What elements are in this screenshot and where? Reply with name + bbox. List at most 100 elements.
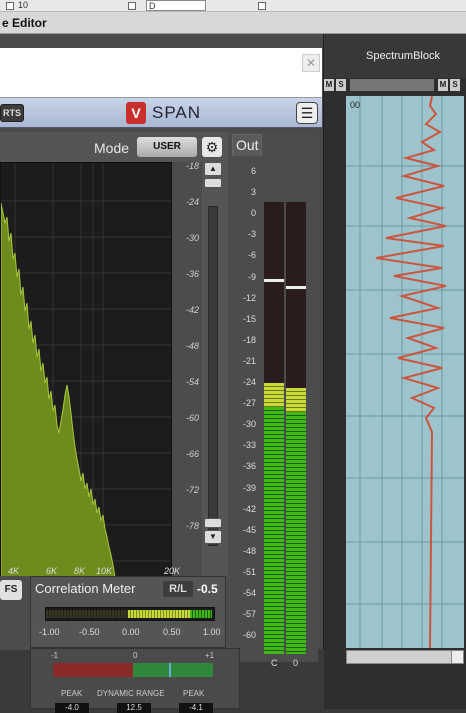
scroll-up-icon[interactable]: ▲ [204,162,222,176]
checkbox[interactable] [128,2,136,10]
toolbar-number: 10 [18,0,29,10]
dynamic-range-label: DYNAMIC RANGE [97,689,165,698]
corr-tick: 0.00 [122,627,140,637]
freq-tick: 8K [74,566,86,576]
channel-label: 0 [293,658,299,668]
channel-label: C [271,658,278,668]
freq-tick: 6K [46,566,58,576]
meter-scale-tick: -60 [242,630,256,641]
meter-scale-tick: -6 [247,250,256,261]
meter-scale-tick: -36 [242,461,256,472]
checkbox[interactable] [258,2,266,10]
meter-scale-tick: -30 [242,419,256,430]
db-ruler: -18 -24 -30 -36 -42 -48 -54 -60 -66 -72 … [172,161,202,590]
solo-button[interactable]: S [450,79,460,91]
rl-button[interactable]: R/L [163,581,193,597]
spectrum-panel: Mode USER ⚙ -18 -24 -30 -36 -42 -48 -54 … [0,132,228,610]
out-tab[interactable]: Out [232,134,262,156]
db-tick: -48 [186,341,200,351]
scroll-down-icon[interactable]: ▼ [204,530,222,544]
waveform-graph [346,96,464,648]
lane-scrollbar[interactable] [346,650,464,664]
meter-scale-tick: -51 [242,566,256,577]
correlation-title: Correlation Meter [35,581,136,596]
freq-tick: 4K [8,566,20,576]
output-meter-panel: Out 6 3 0 -3 -6 -9 -12 -15 -18 -21 -24 -27 -30 -33 -36… [228,132,318,668]
peak-label: PEAK [183,689,205,698]
db-tick: -54 [186,377,200,387]
meter-scale-tick: -9 [247,271,256,282]
span-header: RTS V SPAN ☰ [0,98,322,128]
track-lane[interactable]: 00 [346,96,464,648]
meter-scale-tick: 0 [250,208,256,219]
track-name: SpectrumBlock [366,50,440,62]
db-tick: -24 [186,197,200,207]
dynamic-range-panel: -1 0 +1 PEAK DYNAMIC RANGE PEAK -4.0 12.… [30,648,240,713]
spectrum-fill [1,202,118,589]
track-fader[interactable] [350,79,434,91]
mute-button[interactable]: M [438,79,448,91]
meter-scale-tick: -12 [242,292,256,303]
correlation-value: -0.5 [197,582,218,596]
corr-tick: -0.50 [79,627,100,637]
balance-bar-left [53,663,133,677]
track-area: SpectrumBlock M S M S 00 [324,34,466,709]
scroll-handle-top[interactable] [204,178,222,188]
db-tick: -60 [186,413,200,423]
balance-bar-right [133,663,213,677]
db-tick: -30 [186,233,200,243]
dynamic-range-value: 12.5 [117,703,151,713]
meter-scale-tick: -57 [242,609,256,620]
menu-icon[interactable]: ☰ [296,102,318,124]
meter-scale-tick: -39 [242,482,256,493]
db-tick: -72 [186,485,200,495]
freq-tick: 20K [164,566,181,576]
scroll-right-icon[interactable] [451,651,463,663]
mute-button[interactable]: M [324,79,334,91]
editor-titlebar: e Editor [0,12,466,34]
peak-label: PEAK [61,689,83,698]
meter-scale-tick: -42 [242,503,256,514]
meter-scale-tick: -21 [242,355,256,366]
gear-icon[interactable]: ⚙ [202,137,222,157]
correlation-meter: Correlation Meter R/L -0.5 -1.00 -0.50 0… [30,576,226,648]
bottom-section: FS Correlation Meter R/L -0.5 -1.00 -0.5… [0,576,228,650]
meter-fill-top [264,383,284,408]
plugin-name: SPAN [152,103,202,122]
dr-tick: +1 [205,651,215,660]
corr-tick: -1.00 [39,627,60,637]
charts-button[interactable]: RTS [0,104,24,122]
peak-left-value: -4.0 [55,703,89,713]
meter-fill [264,383,284,654]
toolbar-field[interactable]: D [146,0,206,11]
dr-tick: -1 [51,651,59,660]
meter-scale-tick: 3 [250,187,256,198]
close-icon[interactable]: ✕ [302,54,320,72]
db-tick: -66 [186,449,200,459]
meter-channel-right [286,202,306,654]
meter-peak-marker [264,278,284,282]
meter-fill-top [286,388,306,413]
peak-right-value: -4.1 [179,703,213,713]
vertical-scrollbar[interactable]: ▲ ▼ [203,162,223,594]
lufs-button[interactable]: FS [0,580,22,600]
correlation-bar [45,607,215,621]
meter-scale-tick: -3 [247,229,256,240]
waveform-line [375,96,447,648]
scroll-track[interactable] [208,206,218,546]
meter-scale-tick: -15 [242,313,256,324]
meter-fill [286,388,306,654]
meter-scale-tick: -48 [242,545,256,556]
solo-button[interactable]: S [336,79,346,91]
meter-scale-tick: -33 [242,440,256,451]
freq-tick: 10K [96,566,113,576]
checkbox[interactable] [6,2,14,10]
spectrum-graph [1,163,171,589]
spectrum-plot[interactable] [0,162,172,590]
meter-channel-left [264,202,284,654]
mode-select[interactable]: USER [137,137,197,157]
mode-label: Mode [94,140,130,156]
scroll-handle-bottom[interactable] [204,518,222,528]
meter-scale-tick: -27 [242,398,256,409]
track-header: SpectrumBlock [324,34,466,78]
